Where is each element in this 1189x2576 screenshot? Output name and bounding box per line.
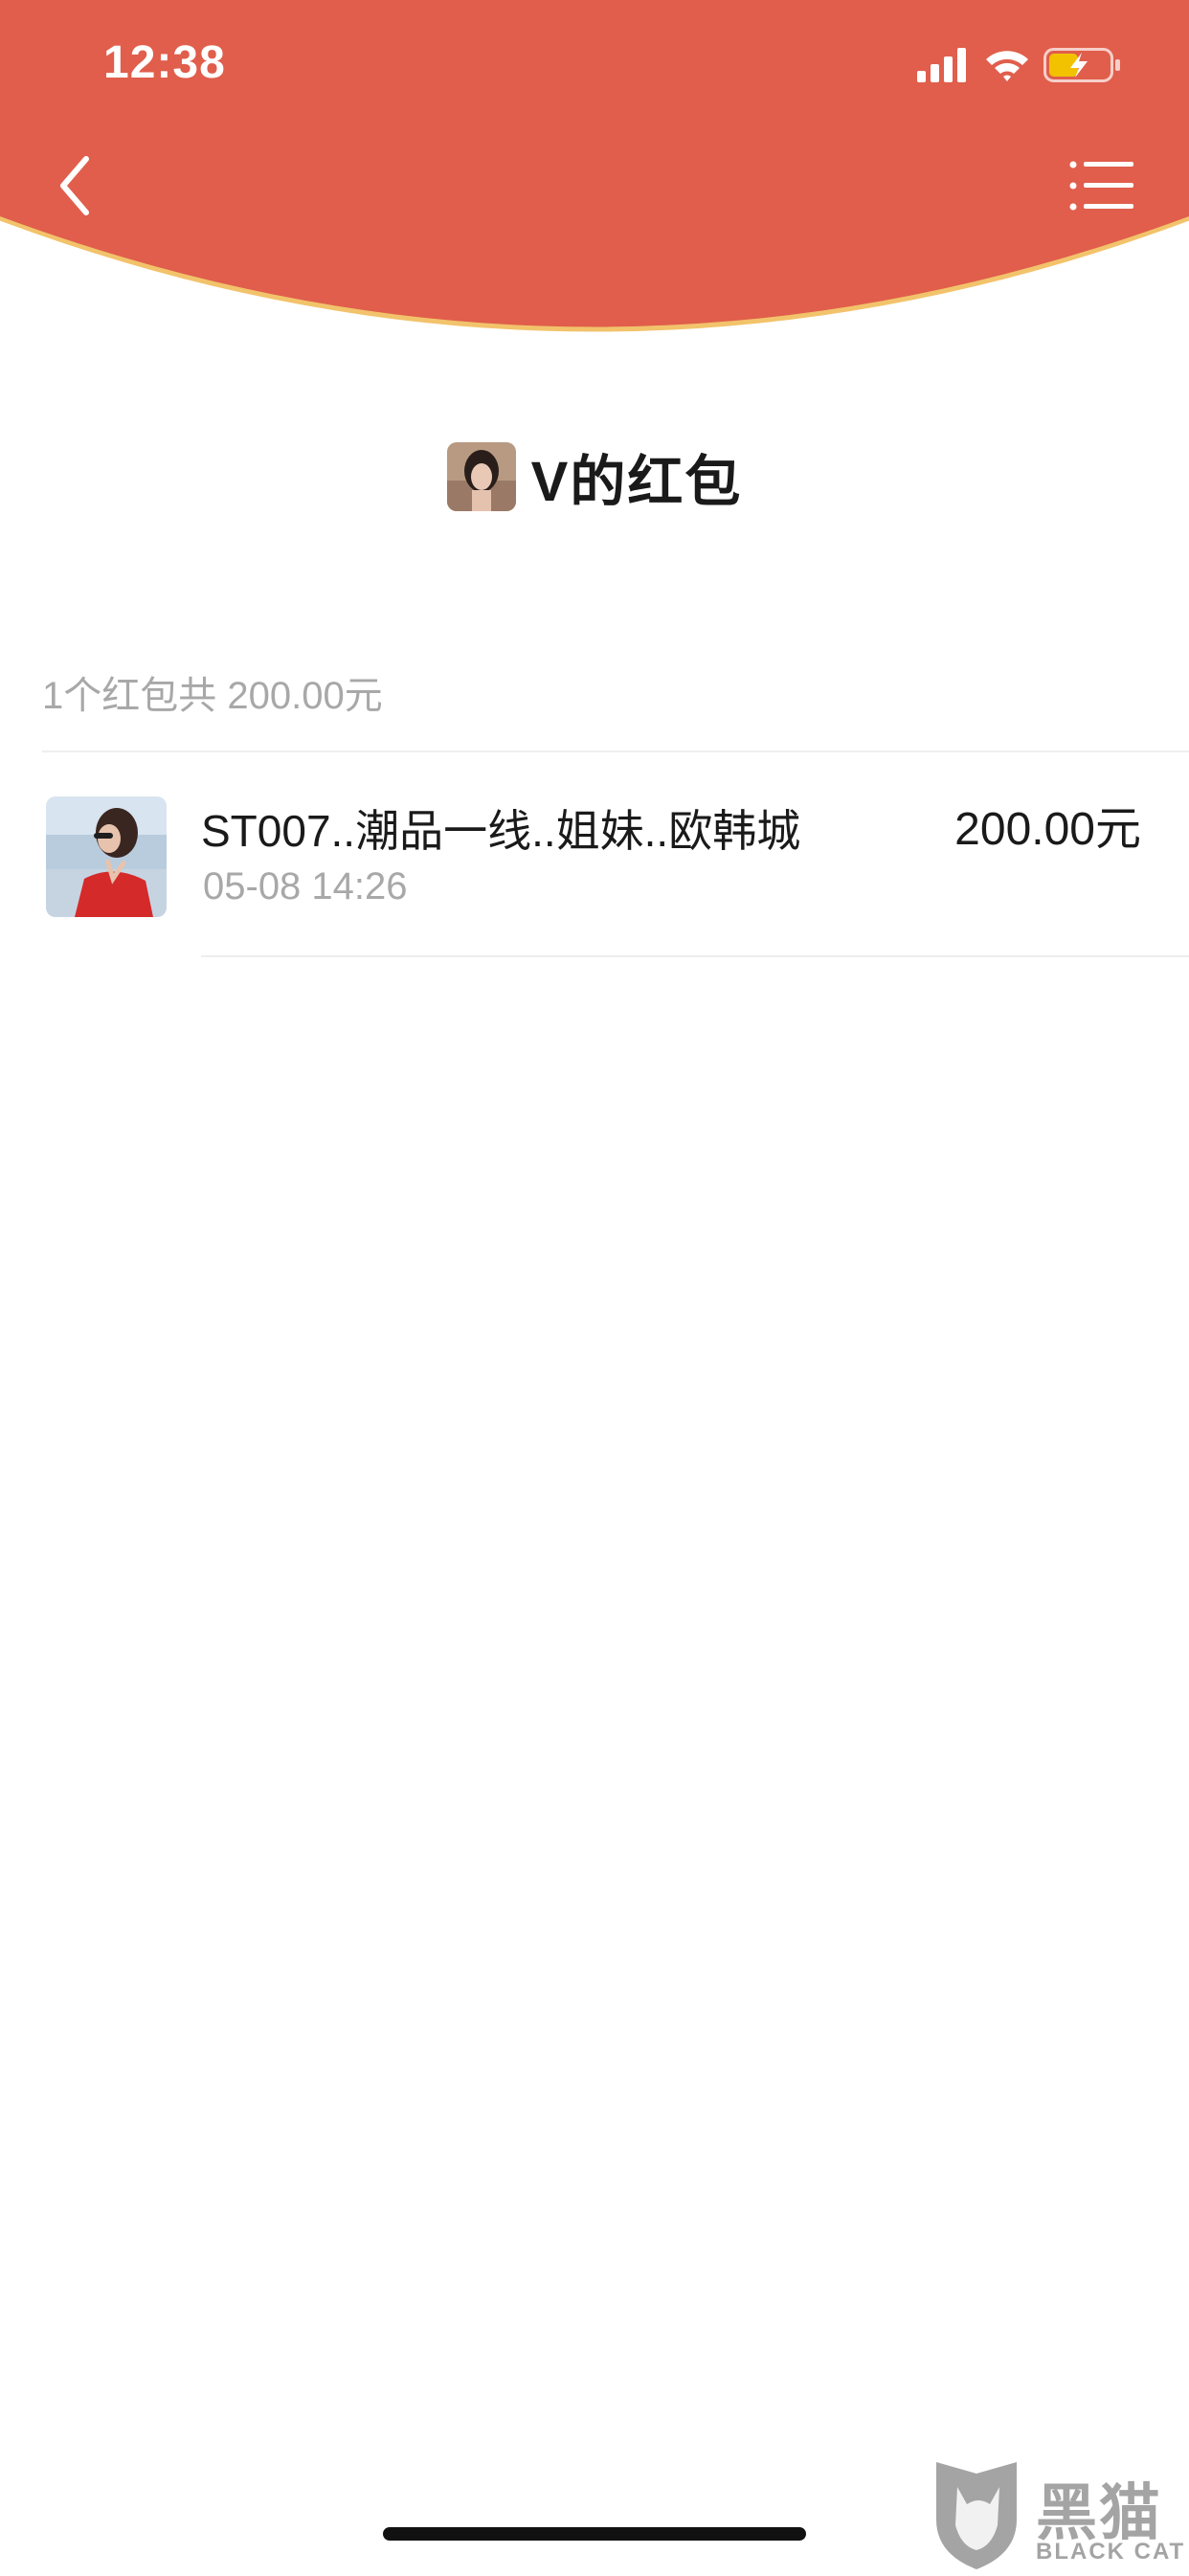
packet-summary: 1个红包共 200.00元 <box>42 675 383 717</box>
home-indicator[interactable] <box>383 2527 806 2541</box>
battery-charging-icon <box>1043 48 1120 82</box>
receive-time: 05-08 14:26 <box>203 865 408 907</box>
status-icons <box>917 48 1120 82</box>
watermark: 黑猫 BLACK CAT <box>929 2458 1189 2573</box>
status-time: 12:38 <box>103 37 226 88</box>
records-menu-button[interactable] <box>1068 159 1135 213</box>
chevron-left-icon <box>60 156 89 215</box>
signal-icon <box>917 48 966 82</box>
sender-avatar[interactable] <box>446 442 516 511</box>
black-cat-logo-icon <box>936 2462 1017 2569</box>
list-item[interactable]: ST007..潮品一线..姐妹..欧韩城 05-08 14:26 200.00元 <box>0 752 1189 957</box>
status-bar: 12:38 <box>0 0 1189 134</box>
wifi-icon <box>986 51 1028 81</box>
receiver-avatar[interactable] <box>46 796 167 917</box>
receiver-name: ST007..潮品一线..姐妹..欧韩城 <box>201 806 801 856</box>
watermark-en: BLACK CAT <box>1036 2539 1186 2565</box>
sender-title: V的红包 <box>530 451 743 513</box>
list-icon <box>1069 161 1133 211</box>
divider <box>201 955 1189 957</box>
receive-amount: 200.00元 <box>954 804 1141 855</box>
sender-header: V的红包 <box>0 437 1189 517</box>
back-button[interactable] <box>46 149 107 222</box>
